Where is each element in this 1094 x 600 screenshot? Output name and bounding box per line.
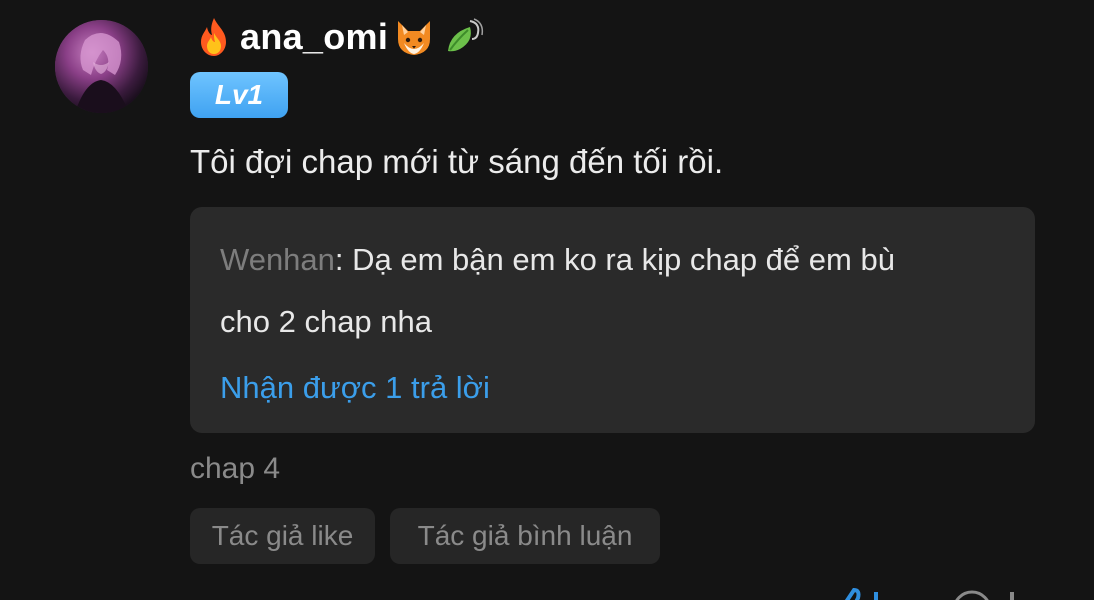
author-like-tag: Tác giả like (190, 508, 375, 564)
reply-text-line2: cho 2 chap nha (220, 304, 433, 339)
reply-count-link[interactable]: Nhận được 1 trả lời (220, 370, 490, 406)
comment-icon[interactable] (950, 588, 1030, 600)
reply-first-line: Wenhan: Dạ em bận em ko ra kịp chap để e… (220, 242, 895, 278)
chapter-label: chap 4 (190, 452, 281, 485)
reply-separator: : (334, 242, 353, 277)
reply-author[interactable]: Wenhan (220, 242, 335, 277)
fox-icon (398, 21, 431, 55)
reply-preview-box[interactable]: Wenhan: Dạ em bận em ko ra kịp chap để e… (190, 207, 1035, 433)
comment-screen: ana_omi Lv1 Tôi đợi chap mới từ sáng đến… (0, 0, 1094, 600)
reply-text-line1: Dạ em bận em ko ra kịp chap để em bù (352, 242, 895, 277)
avatar[interactable] (55, 20, 148, 113)
author-comment-tag: Tác giả bình luận (390, 508, 660, 564)
like-icon[interactable] (830, 588, 890, 600)
footer-row-clipped (190, 588, 1070, 600)
username[interactable]: ana_omi (240, 19, 388, 55)
avatar-image (55, 20, 148, 113)
fire-icon (201, 18, 226, 56)
username-row: ana_omi (192, 12, 484, 62)
comment-text: Tôi đợi chap mới từ sáng đến tối rồi. (190, 143, 724, 180)
leaf-swirl-icon (448, 18, 484, 52)
level-badge: Lv1 (190, 72, 288, 118)
